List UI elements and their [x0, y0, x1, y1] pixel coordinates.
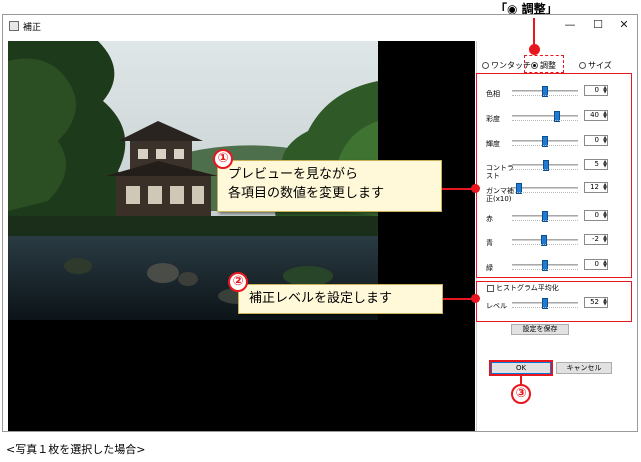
- callout-2: 補正レベルを設定します: [238, 284, 443, 314]
- adjust-mode-highlight: [524, 55, 564, 73]
- radio-size[interactable]: [579, 62, 586, 69]
- adjustments-highlight: [476, 73, 632, 278]
- callout-1-line1: プレビューを見ながら: [228, 167, 359, 182]
- save-settings-button[interactable]: 設定を保存: [511, 324, 569, 335]
- callout-2-text: 補正レベルを設定します: [249, 291, 393, 306]
- callout-2-number: ②: [228, 272, 248, 292]
- maximize-button[interactable]: ☐: [585, 17, 611, 33]
- ok-highlight: [489, 360, 553, 376]
- top-connector-line: [533, 18, 535, 47]
- minimize-button[interactable]: —: [557, 17, 583, 33]
- cancel-button[interactable]: キャンセル: [556, 362, 612, 374]
- title-bar: 補正 — ☐ ✕: [3, 15, 637, 37]
- callout-1: プレビューを見ながら 各項目の数値を変更します: [217, 160, 442, 212]
- window-title: 補正: [23, 23, 42, 33]
- close-button[interactable]: ✕: [611, 17, 637, 33]
- callout-3-connector: [520, 376, 522, 384]
- callout-2-dot: [471, 294, 480, 303]
- app-icon: [9, 21, 19, 31]
- callout-1-number: ①: [213, 149, 233, 169]
- radio-one-touch[interactable]: [482, 62, 489, 69]
- callout-1-line2: 各項目の数値を変更します: [228, 186, 385, 201]
- mode-size-label: サイズ: [588, 61, 612, 70]
- top-connector-dot: [529, 44, 540, 55]
- figure-caption: <写真１枚を選択した場合>: [6, 443, 146, 456]
- callout-1-dot: [471, 184, 480, 193]
- image-preview: [8, 41, 475, 431]
- mode-size[interactable]: サイズ: [579, 60, 612, 71]
- callout-3-number: ③: [511, 384, 531, 404]
- level-highlight: [476, 281, 632, 322]
